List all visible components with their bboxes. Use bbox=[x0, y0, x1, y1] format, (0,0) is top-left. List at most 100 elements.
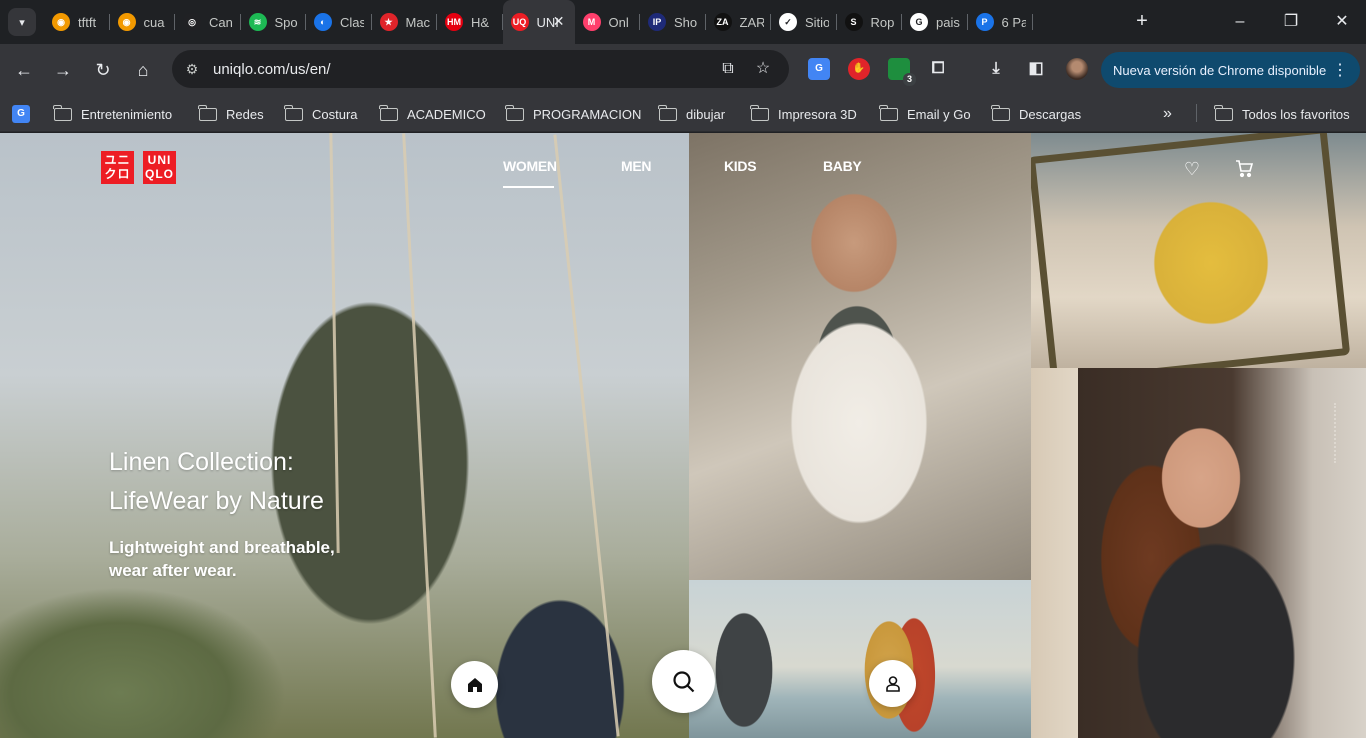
hero-image-linen[interactable] bbox=[0, 133, 689, 738]
hero-title-line2: LifeWear by Nature bbox=[109, 487, 324, 515]
browser-tab[interactable]: UQ UNI ✕ bbox=[502, 0, 575, 44]
browser-tab[interactable]: M Onl bbox=[575, 0, 641, 44]
kebab-menu-icon[interactable]: ⋮ bbox=[1332, 60, 1348, 80]
tab-list: ◉ tftft ◉ cua ◎ Can ≋ Spo ◐ Clas ★ Mac HM H& UQ UNI ✕ M On… bbox=[44, 0, 1033, 44]
tab-favicon: ◐ bbox=[314, 13, 332, 31]
home-button[interactable] bbox=[451, 661, 498, 708]
toolbar: ← → ↻ ⌂ ⚙ uniqlo.com/us/en/ ⧉ ☆ G ✋ 3 ⧠ … bbox=[0, 44, 1366, 96]
bookmark-folder[interactable]: Email y Go bbox=[879, 104, 971, 124]
nav-baby[interactable]: BABY bbox=[823, 158, 862, 174]
account-button[interactable] bbox=[869, 660, 916, 707]
tab-title: cua bbox=[143, 14, 165, 30]
bookmarks-more-button[interactable]: » bbox=[1163, 104, 1172, 124]
active-nav-indicator bbox=[503, 186, 554, 188]
tab-search-button[interactable]: ▾ bbox=[8, 8, 36, 36]
uniqlo-homepage: ユニ クロ UNI QLO WOMEN MEN KIDS BABY ♡ Linen … bbox=[0, 133, 1366, 738]
extensions-puzzle-icon[interactable]: ⧠ bbox=[927, 58, 949, 80]
profile-avatar[interactable] bbox=[1066, 58, 1088, 80]
bookmark-folder[interactable]: dibujar bbox=[658, 104, 725, 124]
bookmark-star-icon[interactable]: ☆ bbox=[753, 59, 773, 79]
tab-title: 6 Pa bbox=[1001, 14, 1026, 30]
promo-tile-beach-group[interactable] bbox=[689, 580, 1031, 738]
carousel-indicator[interactable] bbox=[1334, 403, 1337, 463]
swing-rope bbox=[329, 133, 340, 553]
back-icon[interactable]: ← bbox=[10, 56, 38, 84]
cart-icon[interactable] bbox=[1233, 158, 1255, 180]
tab-favicon: P bbox=[975, 13, 994, 31]
tab-title: ZAR bbox=[739, 14, 764, 30]
security-extension-icon[interactable]: 3 bbox=[888, 58, 916, 86]
bookmark-folder[interactable]: Impresora 3D bbox=[750, 104, 857, 124]
folder-icon bbox=[879, 104, 898, 121]
bookmark-folder[interactable]: Redes bbox=[198, 104, 264, 124]
folder-icon bbox=[750, 104, 769, 121]
restore-icon[interactable]: ❐ bbox=[1279, 10, 1303, 34]
bookmark-folder[interactable]: ACADEMICO bbox=[379, 104, 486, 124]
browser-tab[interactable]: ✓ Sitio bbox=[771, 0, 837, 44]
browser-tab[interactable]: IP Sho bbox=[640, 0, 706, 44]
tab-title: tftft bbox=[78, 14, 97, 30]
google-translate-bookmark-icon[interactable]: G bbox=[12, 105, 30, 123]
reload-icon[interactable]: ↻ bbox=[89, 56, 117, 84]
address-bar[interactable]: ⚙ uniqlo.com/us/en/ ⧉ ☆ bbox=[172, 50, 789, 88]
browser-tab[interactable]: ZA ZAR bbox=[706, 0, 772, 44]
browser-tab[interactable]: ◎ Can bbox=[175, 0, 241, 44]
download-icon[interactable]: ⤓ bbox=[985, 58, 1007, 80]
tab-title: Sho bbox=[674, 14, 698, 30]
bookmark-folder[interactable]: Entretenimiento bbox=[53, 104, 173, 124]
update-label: Nueva versión de Chrome disponible bbox=[1113, 62, 1327, 78]
bookmark-label: Descargas bbox=[1019, 106, 1082, 122]
browser-tab[interactable]: Gpais bbox=[902, 0, 968, 44]
tab-title: pais bbox=[936, 14, 960, 30]
bookmarks-divider bbox=[1196, 104, 1197, 122]
search-icon bbox=[672, 670, 694, 692]
promo-tile-headphones[interactable] bbox=[1031, 368, 1366, 738]
nav-women[interactable]: WOMEN bbox=[503, 158, 557, 174]
bookmark-folder[interactable]: Costura bbox=[284, 104, 358, 124]
bookmark-folder[interactable]: PROGRAMACION bbox=[505, 104, 642, 124]
forward-icon[interactable]: → bbox=[49, 56, 77, 84]
close-tab-icon[interactable]: ✕ bbox=[553, 13, 565, 30]
browser-tab[interactable]: S Rop bbox=[837, 0, 903, 44]
close-window-icon[interactable]: ✕ bbox=[1330, 10, 1354, 34]
folder-icon bbox=[53, 104, 72, 121]
browser-tab[interactable]: ◐ Clas bbox=[306, 0, 372, 44]
browser-tab[interactable]: P 6 Pa bbox=[968, 0, 1034, 44]
site-info-icon[interactable]: ⚙ bbox=[182, 59, 202, 79]
promo-tile-woman-lying[interactable] bbox=[689, 133, 1031, 580]
hero-subtitle: Lightweight and breathable, wear after w… bbox=[109, 536, 335, 582]
google-translate-extension-icon[interactable]: G bbox=[808, 58, 830, 80]
all-bookmarks-label: Todos los favoritos bbox=[1242, 106, 1350, 122]
tab-title: Sitio bbox=[805, 14, 829, 30]
browser-tab[interactable]: HM H& bbox=[437, 0, 503, 44]
bookmark-label: Impresora 3D bbox=[778, 106, 857, 122]
minimize-icon[interactable]: – bbox=[1228, 10, 1252, 34]
bookmark-label: Entretenimiento bbox=[81, 106, 173, 122]
main-navigation: WOMEN MEN KIDS BABY bbox=[0, 158, 1366, 188]
bookmark-folder[interactable]: Descargas bbox=[991, 104, 1082, 124]
browser-tab[interactable]: ≋ Spo bbox=[241, 0, 307, 44]
browser-tab[interactable]: ◉ tftft bbox=[44, 0, 110, 44]
new-tab-button[interactable]: + bbox=[1130, 10, 1154, 34]
tab-title: Clas bbox=[340, 14, 364, 30]
home-browser-icon[interactable]: ⌂ bbox=[129, 56, 157, 84]
bookmark-label: Redes bbox=[226, 106, 264, 122]
tab-favicon: UQ bbox=[510, 13, 529, 31]
heart-icon[interactable]: ♡ bbox=[1181, 158, 1203, 180]
search-button[interactable] bbox=[652, 650, 715, 713]
chrome-update-button[interactable]: Nueva versión de Chrome disponible ⋮ bbox=[1101, 52, 1360, 88]
all-bookmarks-folder[interactable]: Todos los favoritos bbox=[1214, 104, 1350, 124]
tab-favicon: G bbox=[910, 13, 928, 31]
url-text[interactable]: uniqlo.com/us/en/ bbox=[213, 61, 331, 78]
side-panel-icon[interactable]: ◧ bbox=[1025, 58, 1047, 80]
adblock-extension-icon[interactable]: ✋ bbox=[848, 58, 870, 80]
tab-favicon: ZA bbox=[713, 13, 732, 31]
translate-icon[interactable]: ⧉ bbox=[718, 59, 738, 79]
nav-men[interactable]: MEN bbox=[621, 158, 652, 174]
bookmark-label: ACADEMICO bbox=[407, 106, 486, 122]
chevron-down-icon: ▾ bbox=[19, 16, 25, 29]
nav-kids[interactable]: KIDS bbox=[724, 158, 757, 174]
browser-tab[interactable]: ★ Mac bbox=[372, 0, 438, 44]
browser-tab[interactable]: ◉ cua bbox=[110, 0, 176, 44]
bookmark-label: PROGRAMACION bbox=[533, 106, 642, 122]
